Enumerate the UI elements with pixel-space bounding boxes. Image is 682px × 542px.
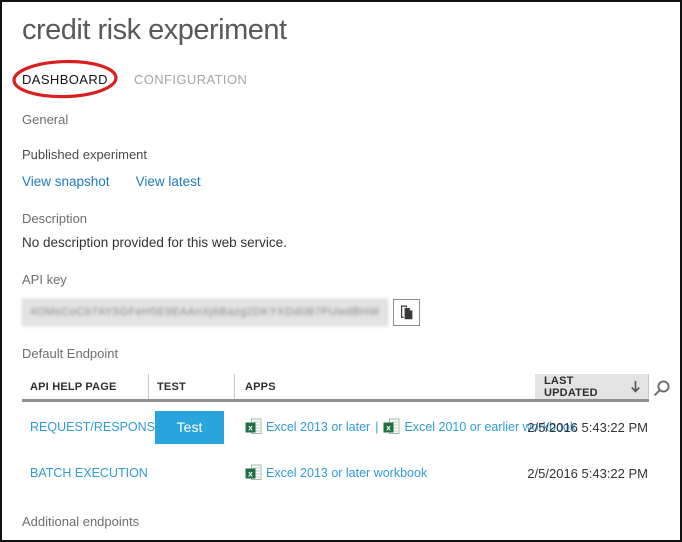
app-link-excel-2013-workbook: x Excel 2013 or later workbook [245,464,427,482]
last-updated-value: 2/5/2016 5:43:22 PM [535,466,649,481]
sort-descending-icon[interactable] [629,380,642,394]
copy-icon [399,304,414,321]
excel-2013-workbook-link[interactable]: Excel 2013 or later workbook [266,466,427,480]
last-updated-value: 2/5/2016 5:43:22 PM [535,420,649,435]
page-title: credit risk experiment [22,14,670,47]
table-row-request-response: REQUEST/RESPONSE Test x [22,402,674,452]
tab-configuration[interactable]: CONFIGURATION [134,72,247,87]
api-key-row: 4OMsCoCb7AY5GFeH5E9EAAnXj6Bazg2DKYXDd0B7… [22,299,670,326]
copy-api-key-button[interactable] [393,299,420,326]
tab-bar: DASHBOARD CONFIGURATION [22,69,670,89]
endpoints-table-header: API HELP PAGE TEST APPS LAST UPDATED [22,374,674,402]
web-service-dashboard-page: credit risk experiment DASHBOARD CONFIGU… [0,0,682,542]
request-response-link[interactable]: REQUEST/RESPONSE [30,420,163,434]
view-snapshot-link[interactable]: View snapshot [22,174,110,189]
search-icon [652,379,671,398]
excel-icon: x [383,418,400,436]
default-endpoint-section-label: Default Endpoint [22,346,670,361]
api-key-field[interactable]: 4OMsCoCb7AY5GFeH5E9EAAnXj6Bazg2DKYXDd0B7… [22,299,388,326]
column-header-test[interactable]: TEST [149,374,235,399]
app-link-excel-2013: x Excel 2013 or later [245,418,370,436]
column-header-last-updated[interactable]: LAST UPDATED [535,374,649,399]
table-row-batch-execution: BATCH EXECUTION x Ex [22,454,674,492]
additional-endpoints-section-label: Additional endpoints [22,514,670,529]
svg-text:x: x [387,422,392,432]
search-button[interactable] [649,374,674,402]
apps-separator: | [375,420,378,434]
svg-text:x: x [248,422,253,432]
api-key-label: API key [22,272,670,287]
test-button[interactable]: Test [155,411,224,444]
published-experiment-label: Published experiment [22,147,670,162]
endpoints-table: API HELP PAGE TEST APPS LAST UPDATED [22,374,674,492]
description-text: No description provided for this web ser… [22,235,670,250]
excel-icon: x [245,418,262,436]
tab-dashboard[interactable]: DASHBOARD [22,72,108,87]
general-section-label: General [22,112,670,127]
description-section-label: Description [22,211,670,226]
excel-2013-link[interactable]: Excel 2013 or later [266,420,370,434]
view-latest-link[interactable]: View latest [136,174,201,189]
excel-icon: x [245,464,262,482]
svg-text:x: x [248,468,253,478]
batch-execution-link[interactable]: BATCH EXECUTION [30,466,148,480]
published-experiment-links: View snapshot View latest [22,174,670,189]
column-header-apps[interactable]: APPS [235,374,535,399]
column-header-api-help-page[interactable]: API HELP PAGE [22,374,149,399]
